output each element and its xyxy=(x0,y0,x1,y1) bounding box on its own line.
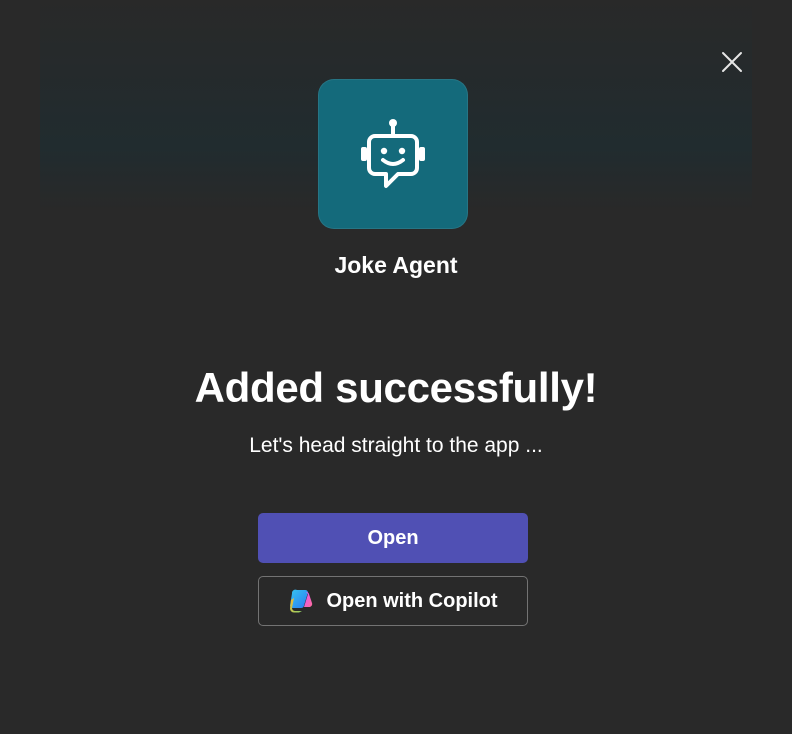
robot-chat-icon xyxy=(361,119,425,188)
open-button-label: Open xyxy=(367,526,419,549)
copilot-icon xyxy=(288,588,314,614)
add-app-success-dialog: Joke Agent Added successfully! Let's hea… xyxy=(0,0,792,734)
open-with-copilot-label: Open with Copilot xyxy=(326,589,498,612)
close-icon xyxy=(722,52,742,72)
success-headline: Added successfully! xyxy=(194,364,598,411)
app-icon-tile xyxy=(318,79,468,229)
app-name: Joke Agent xyxy=(334,252,458,278)
success-subtext: Let's head straight to the app ... xyxy=(249,434,543,457)
open-button[interactable]: Open xyxy=(258,513,528,563)
close-button[interactable] xyxy=(714,44,750,80)
open-with-copilot-button[interactable]: Open with Copilot xyxy=(258,576,528,626)
